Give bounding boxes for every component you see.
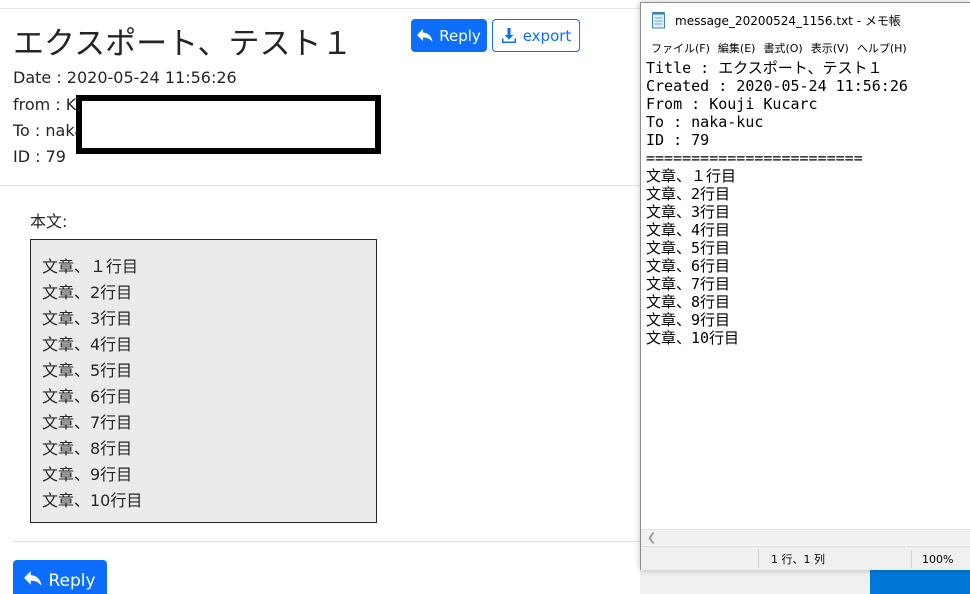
reply-button-bottom[interactable]: Reply <box>13 560 107 594</box>
notepad-statusbar: 1 行、1 列 100% <box>641 546 970 570</box>
export-button[interactable]: export <box>492 19 580 52</box>
message-title: エクスポート、テスト１ <box>13 26 353 62</box>
text-line: From : Kouji Kucarc <box>646 95 818 113</box>
body-line: 文章、7行目 <box>42 413 133 432</box>
menu-view[interactable]: 表示(V) <box>807 40 853 56</box>
body-line: 文章、10行目 <box>42 491 143 510</box>
menu-format[interactable]: 書式(O) <box>759 40 806 56</box>
body-line: 文章、9行目 <box>42 465 133 484</box>
notepad-file-icon <box>651 11 667 29</box>
text-line: ID : 79 <box>646 131 710 149</box>
reply-button-label: Reply <box>439 26 481 45</box>
text-line: ======================== <box>646 149 863 167</box>
menu-file[interactable]: ファイル(F) <box>647 40 714 56</box>
notepad-window[interactable]: message_20200524_1156.txt - メモ帳 ファイル(F) … <box>640 2 970 570</box>
text-line: 文章、10行目 <box>646 329 740 347</box>
message-id: ID : 79 <box>13 147 66 166</box>
zoom-level: 100% <box>922 552 954 566</box>
text-line: 文章、2行目 <box>646 185 731 203</box>
notepad-titlebar[interactable]: message_20200524_1156.txt - メモ帳 <box>641 3 970 37</box>
text-line: 文章、9行目 <box>646 311 731 329</box>
message-body: 文章、１行目 文章、2行目 文章、3行目 文章、4行目 文章、5行目 文章、6行… <box>30 239 377 523</box>
top-divider <box>0 8 640 9</box>
text-line: 文章、8行目 <box>646 293 731 311</box>
status-separator <box>911 550 912 568</box>
reply-button-label: Reply <box>48 571 96 591</box>
horizontal-scrollbar[interactable]: ❮ <box>641 529 970 545</box>
export-button-label: export <box>522 26 572 45</box>
message-to: To : naka <box>13 121 85 140</box>
body-line: 文章、2行目 <box>42 283 133 302</box>
text-line: 文章、4行目 <box>646 221 731 239</box>
status-separator <box>758 550 759 568</box>
message-page: エクスポート、テスト１ Reply export Date : 2020-05-… <box>0 0 640 594</box>
text-line: 文章、5行目 <box>646 239 731 257</box>
menu-help[interactable]: ヘルプ(H) <box>853 40 911 56</box>
body-line: 文章、5行目 <box>42 361 133 380</box>
notepad-text-area[interactable]: Title : エクスポート、テスト１ Created : 2020-05-24… <box>644 59 970 529</box>
footer-divider <box>13 541 640 542</box>
reply-button-top[interactable]: Reply <box>411 19 487 52</box>
header-divider <box>0 185 640 186</box>
body-line: 文章、8行目 <box>42 439 133 458</box>
body-line: 文章、6行目 <box>42 387 133 406</box>
body-label: 本文: <box>30 212 68 231</box>
text-line: 文章、7行目 <box>646 275 731 293</box>
notepad-menubar: ファイル(F) 編集(E) 書式(O) 表示(V) ヘルプ(H) <box>641 37 970 59</box>
download-icon <box>501 27 517 44</box>
text-line: Title : エクスポート、テスト１ <box>646 59 883 77</box>
redaction-box <box>76 95 381 154</box>
reply-arrow-icon <box>417 28 433 43</box>
text-line: 文章、6行目 <box>646 257 731 275</box>
text-line: To : naka-kuc <box>646 113 764 131</box>
body-line: 文章、１行目 <box>42 257 139 276</box>
text-line: 文章、3行目 <box>646 203 731 221</box>
message-date: Date : 2020-05-24 11:56:26 <box>13 68 237 87</box>
body-line: 文章、3行目 <box>42 309 133 328</box>
reply-arrow-icon <box>24 571 42 587</box>
menu-edit[interactable]: 編集(E) <box>714 40 760 56</box>
body-line: 文章、4行目 <box>42 335 133 354</box>
text-line: 文章、１行目 <box>646 167 737 185</box>
notepad-window-title: message_20200524_1156.txt - メモ帳 <box>675 13 901 28</box>
message-from: from : K <box>13 95 77 114</box>
text-line: Created : 2020-05-24 11:56:26 <box>646 77 908 95</box>
cursor-position: 1 行、1 列 <box>771 553 825 566</box>
chevron-left-icon[interactable]: ❮ <box>647 531 656 544</box>
